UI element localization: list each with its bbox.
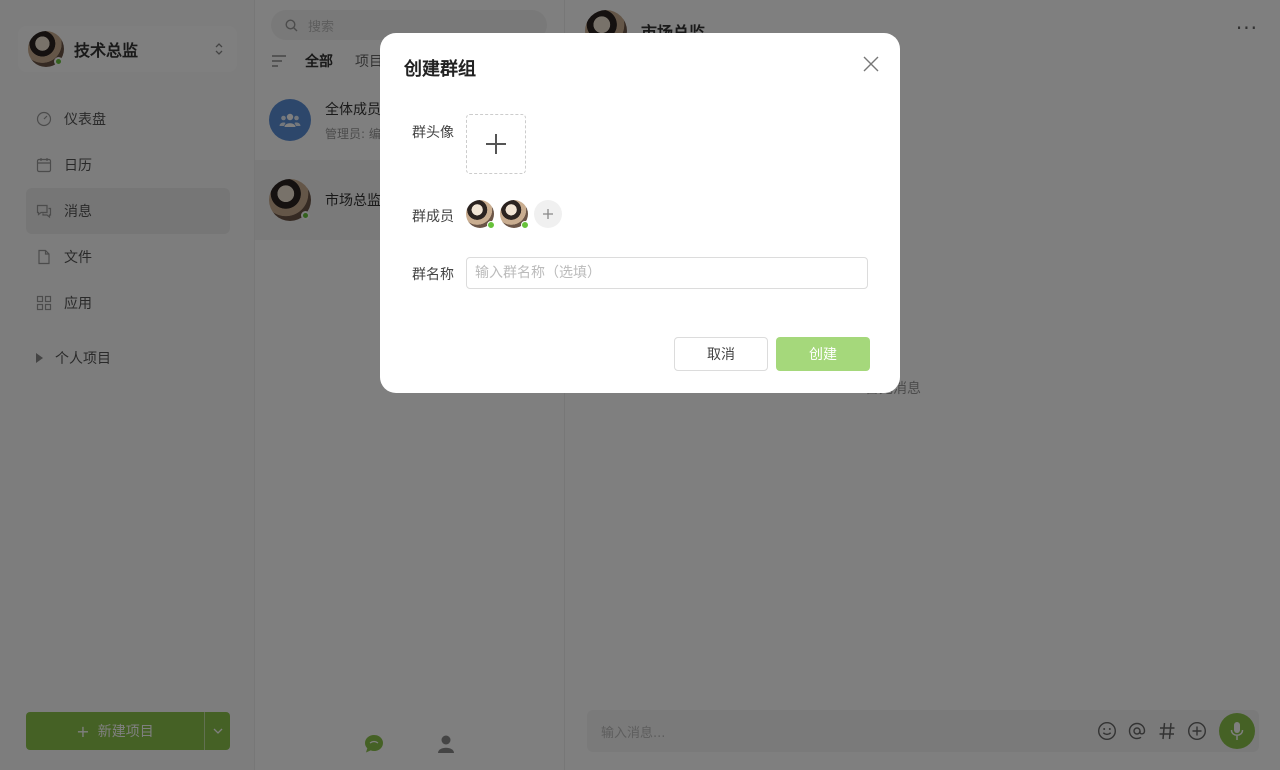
member-avatar[interactable]	[500, 200, 529, 229]
close-icon[interactable]	[860, 53, 882, 75]
member-avatar[interactable]	[466, 200, 495, 229]
group-avatar-label: 群头像	[412, 125, 454, 141]
cancel-button[interactable]: 取消	[674, 337, 768, 371]
plus-icon	[543, 209, 553, 219]
member-list	[466, 200, 562, 229]
add-member-button[interactable]	[534, 200, 562, 228]
plus-icon	[486, 134, 506, 154]
dialog-title: 创建群组	[404, 59, 476, 80]
online-dot	[521, 221, 529, 229]
group-name-label: 群名称	[412, 267, 454, 283]
create-button[interactable]: 创建	[776, 337, 870, 371]
online-dot	[487, 221, 495, 229]
create-group-dialog: 创建群组 群头像 群成员 群名称 取消 创建	[380, 33, 900, 393]
group-avatar-upload[interactable]	[466, 114, 526, 174]
group-name-input[interactable]	[466, 257, 868, 289]
group-members-label: 群成员	[412, 209, 454, 225]
